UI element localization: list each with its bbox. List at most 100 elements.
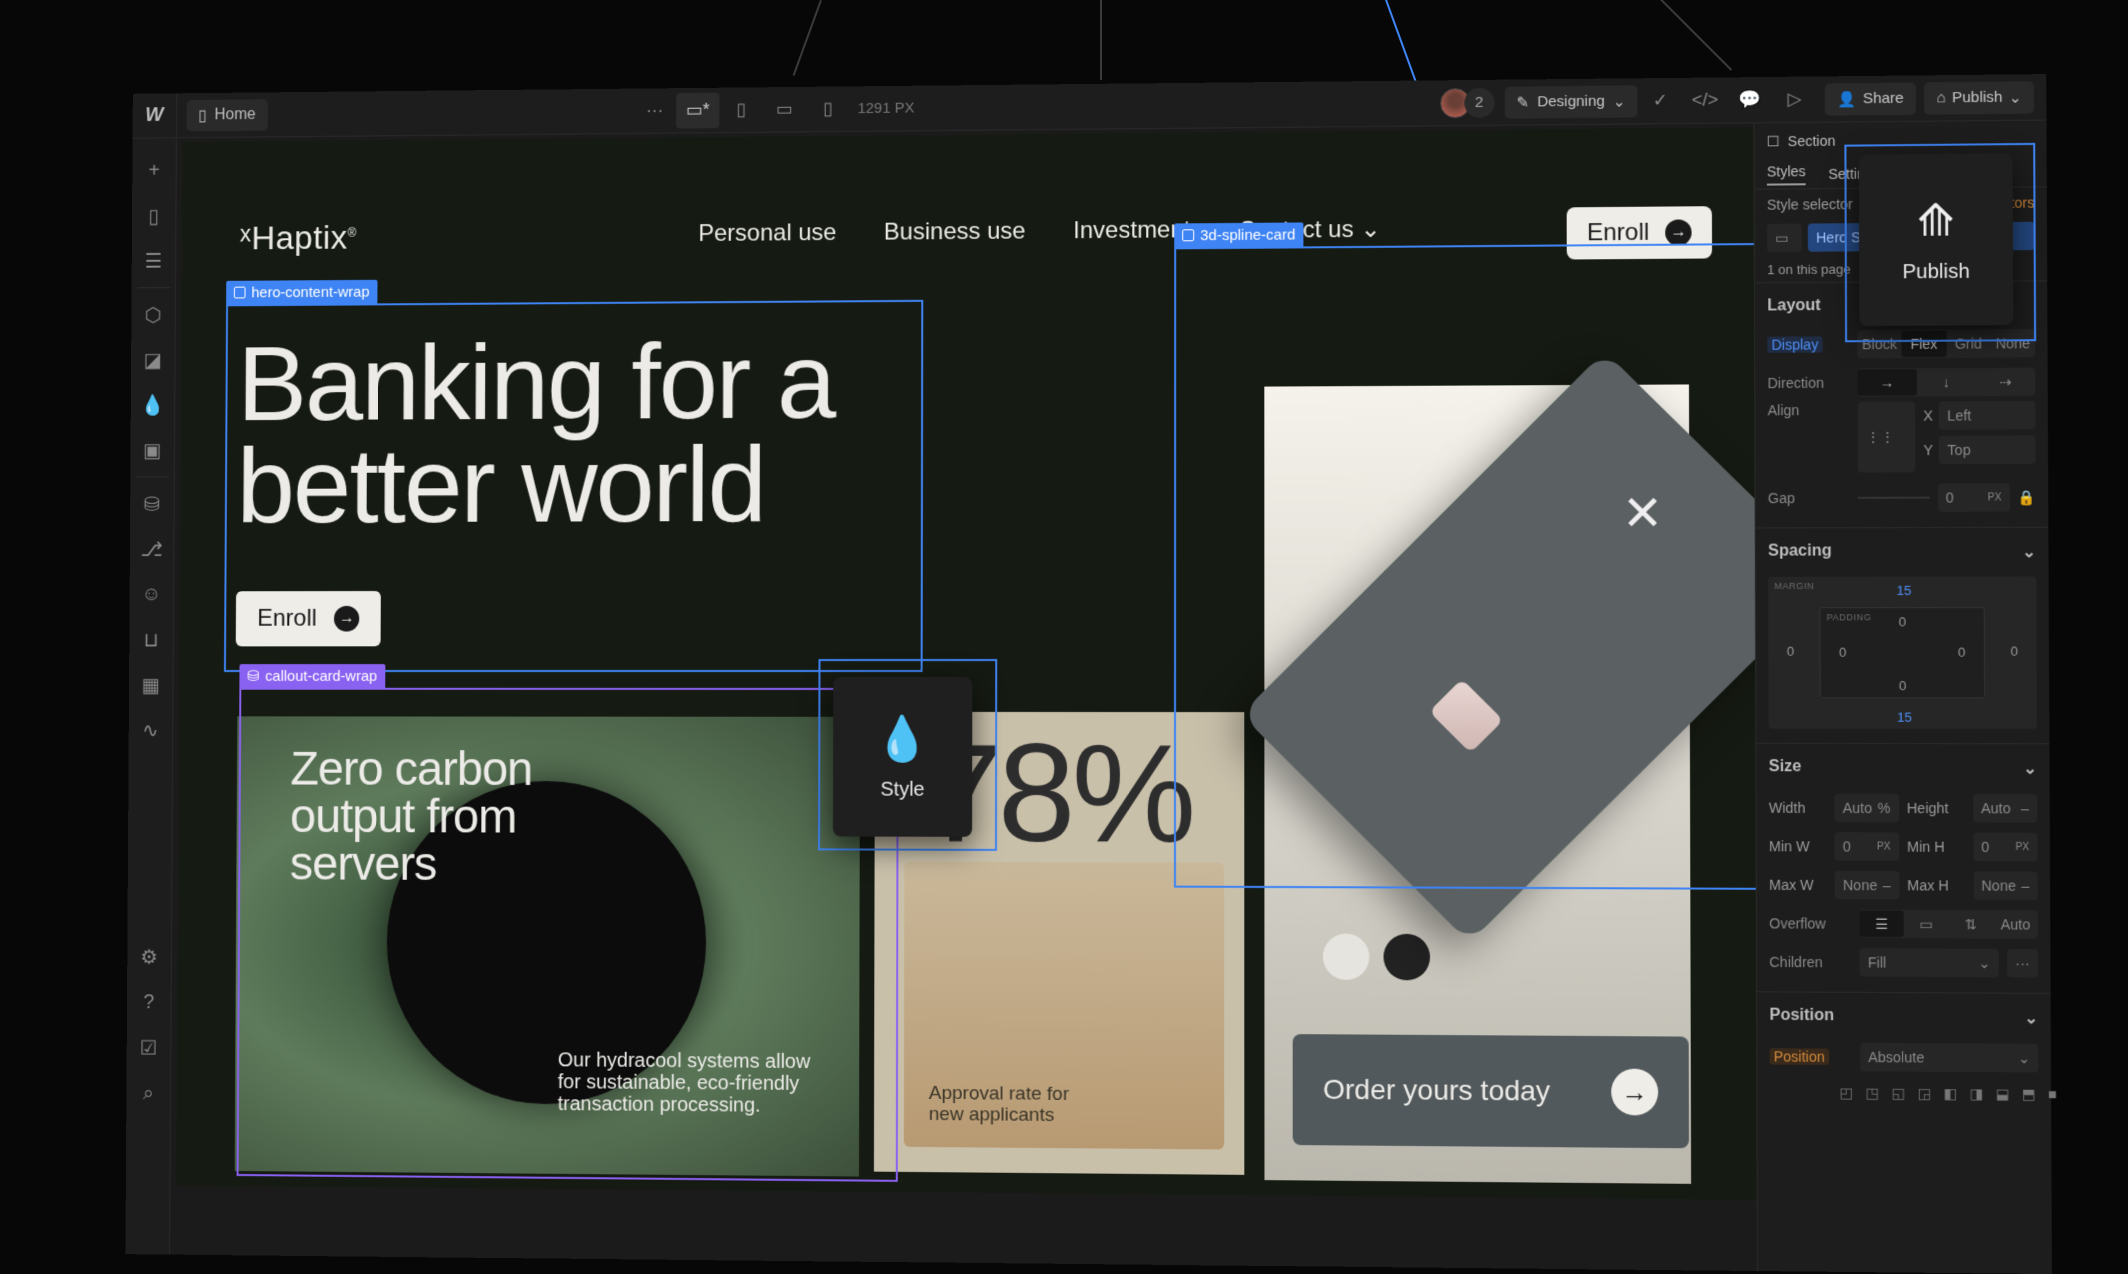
position-select[interactable]: Absolute ⌄ bbox=[1859, 1042, 2039, 1073]
selection-tag-spline[interactable]: 3d-spline-card bbox=[1174, 222, 1304, 248]
breakpoint-selector-icon[interactable]: ▭ bbox=[1767, 223, 1802, 253]
children-select[interactable]: Fill ⌄ bbox=[1859, 948, 1999, 978]
site-logo[interactable]: ˣHaptix® bbox=[240, 219, 357, 258]
code-export-button[interactable]: </> bbox=[1683, 82, 1728, 119]
direction-row[interactable]: → bbox=[1857, 369, 1917, 396]
max-height-input[interactable]: None – bbox=[1973, 871, 2038, 901]
max-width-input[interactable]: None – bbox=[1834, 870, 1899, 900]
padding-right[interactable]: 0 bbox=[1958, 645, 1966, 660]
publish-tool-card[interactable]: ⟰ Publish bbox=[1858, 153, 2014, 327]
swatch-dark[interactable] bbox=[1383, 933, 1431, 981]
publish-label: Publish bbox=[1951, 88, 2003, 107]
brand-name: Haptix bbox=[251, 219, 348, 258]
pos-top-right-icon[interactable]: ◳ bbox=[1865, 1085, 1879, 1102]
style-selectors-button[interactable]: ◪ bbox=[131, 337, 176, 382]
overflow-visible[interactable]: ☰ bbox=[1859, 910, 1905, 938]
add-elements-button[interactable]: + bbox=[132, 148, 177, 193]
pages-button[interactable]: ▯ bbox=[131, 193, 176, 238]
chevron-down-icon[interactable]: ⌄ bbox=[2022, 542, 2036, 562]
display-grid[interactable]: Grid bbox=[1946, 335, 1991, 351]
insights-button[interactable]: ∿ bbox=[128, 707, 173, 752]
layout-title: Layout bbox=[1767, 297, 1821, 315]
collaborator-count[interactable]: 2 bbox=[1463, 87, 1495, 118]
audit-button[interactable]: ✓ bbox=[1638, 82, 1683, 119]
settings-button[interactable]: ⚙ bbox=[127, 934, 172, 980]
pos-left-icon[interactable]: ◧ bbox=[1943, 1085, 1957, 1102]
padding-left[interactable]: 0 bbox=[1839, 645, 1846, 660]
tab-styles[interactable]: Styles bbox=[1766, 162, 1806, 186]
padding-top[interactable]: 0 bbox=[1899, 614, 1906, 629]
preview-button[interactable]: ▷ bbox=[1772, 81, 1817, 118]
hero-enroll-button[interactable]: Enroll → bbox=[235, 591, 382, 647]
nav-investment[interactable]: Investment bbox=[1073, 216, 1190, 246]
overflow-auto[interactable]: Auto bbox=[1993, 916, 2038, 933]
breakpoint-desktop-button[interactable]: ▭* bbox=[676, 92, 720, 129]
chevron-down-icon[interactable]: ⌄ bbox=[2024, 1008, 2038, 1028]
components-button[interactable]: ⬡ bbox=[131, 292, 176, 337]
align-x-select[interactable]: Left bbox=[1938, 400, 2036, 430]
pos-top-icon[interactable]: ⬒ bbox=[2022, 1086, 2036, 1103]
nav-business[interactable]: Business use bbox=[884, 218, 1026, 248]
selection-tag-hero[interactable]: hero-content-wrap bbox=[226, 279, 378, 305]
cms-button[interactable]: ⛁ bbox=[130, 481, 175, 526]
margin-left[interactable]: 0 bbox=[1787, 644, 1794, 659]
apps-button[interactable]: ▦ bbox=[128, 662, 173, 707]
pos-bottom-right-icon[interactable]: ◲ bbox=[1917, 1085, 1931, 1102]
display-block[interactable]: Block bbox=[1857, 336, 1901, 352]
lock-icon[interactable]: 🔒 bbox=[2018, 489, 2036, 506]
nav-personal[interactable]: Personal use bbox=[698, 219, 836, 249]
overflow-scroll[interactable]: ⇅ bbox=[1948, 915, 1993, 933]
margin-bottom[interactable]: 15 bbox=[1897, 710, 1912, 725]
pos-bottom-left-icon[interactable]: ◱ bbox=[1891, 1085, 1905, 1102]
search-button[interactable]: ⌕ bbox=[126, 1070, 171, 1116]
breakpoint-mobile-portrait-button[interactable]: ▯ bbox=[806, 91, 850, 127]
breakpoint-mobile-landscape-button[interactable]: ▭ bbox=[763, 91, 806, 127]
pos-top-left-icon[interactable]: ◰ bbox=[1840, 1084, 1854, 1101]
selection-tag-callout[interactable]: ⛁ callout-card-wrap bbox=[239, 664, 385, 688]
pos-right-icon[interactable]: ◨ bbox=[1970, 1085, 1984, 1102]
logic-button[interactable]: ⎇ bbox=[129, 526, 174, 571]
publish-button[interactable]: ⌂ Publish ⌄ bbox=[1924, 80, 2035, 115]
order-button[interactable]: Order yours today → bbox=[1292, 1034, 1689, 1149]
min-height-input[interactable]: 0 PX bbox=[1972, 832, 2038, 862]
users-button[interactable]: ☺ bbox=[129, 572, 174, 617]
style-tool-card[interactable]: 💧 Style bbox=[832, 676, 973, 837]
overflow-hidden[interactable]: ▭ bbox=[1904, 915, 1949, 932]
more-options-button[interactable]: ··· bbox=[633, 93, 676, 129]
page-selector[interactable]: ▯ Home bbox=[186, 98, 268, 131]
align-grid[interactable]: ⋮⋮ bbox=[1857, 401, 1916, 473]
min-width-input[interactable]: 0 PX bbox=[1834, 832, 1899, 861]
swatch-light[interactable] bbox=[1322, 933, 1370, 981]
children-more-button[interactable]: ··· bbox=[2006, 948, 2039, 978]
width-input[interactable]: Auto% bbox=[1834, 793, 1899, 823]
variables-button[interactable]: 💧 bbox=[130, 382, 175, 427]
nav-enroll-button[interactable]: Enroll → bbox=[1566, 206, 1713, 260]
pos-full-icon[interactable]: ■ bbox=[2048, 1086, 2057, 1103]
assets-button[interactable]: ▣ bbox=[130, 427, 175, 472]
padding-bottom[interactable]: 0 bbox=[1899, 678, 1906, 693]
mode-label: Designing bbox=[1537, 92, 1605, 111]
share-button[interactable]: 👤 Share bbox=[1825, 82, 1917, 116]
gap-slider[interactable] bbox=[1857, 496, 1930, 499]
stat-caption-box: Approval rate for new applicants bbox=[903, 861, 1225, 1150]
direction-column[interactable]: ↓ bbox=[1917, 374, 1976, 390]
align-y-select[interactable]: Top bbox=[1939, 435, 2036, 465]
breakpoint-tablet-button[interactable]: ▯ bbox=[719, 92, 762, 128]
help-button[interactable]: ? bbox=[126, 979, 171, 1025]
margin-right[interactable]: 0 bbox=[2010, 644, 2018, 659]
gap-input[interactable]: 0 PX bbox=[1937, 483, 2010, 512]
design-canvas[interactable]: ˣHaptix® Personal use Business use Inves… bbox=[176, 127, 1757, 1200]
height-input[interactable]: Auto – bbox=[1972, 793, 2038, 823]
tasks-button[interactable]: ☑ bbox=[126, 1025, 171, 1071]
direction-wrap[interactable]: ⇢ bbox=[1976, 373, 2035, 391]
navigator-button[interactable]: ☰ bbox=[131, 238, 176, 283]
webflow-logo-icon[interactable]: W bbox=[132, 92, 178, 139]
mode-dropdown[interactable]: ✎ Designing ⌄ bbox=[1504, 84, 1638, 119]
ecommerce-button[interactable]: ⊔ bbox=[129, 617, 174, 662]
margin-top[interactable]: 15 bbox=[1896, 583, 1911, 598]
pos-bottom-icon[interactable]: ⬓ bbox=[1996, 1085, 2010, 1102]
display-none[interactable]: None bbox=[1991, 335, 2036, 351]
chevron-down-icon[interactable]: ⌄ bbox=[2023, 758, 2037, 778]
comments-button[interactable]: 💬 bbox=[1727, 81, 1772, 118]
display-flex[interactable]: Flex bbox=[1901, 330, 1947, 358]
